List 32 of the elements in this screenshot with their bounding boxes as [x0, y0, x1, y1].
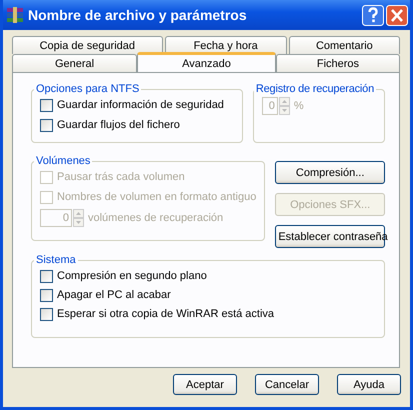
window-title: Nombre de archivo y parámetros [28, 7, 248, 23]
checkbox-label: Apagar el PC al acabar [57, 289, 171, 301]
close-icon[interactable] [386, 4, 408, 26]
unit-label: % [294, 100, 304, 112]
checkbox-label: Nombres de volumen en formato antiguo [57, 191, 256, 203]
checkbox-label: Guardar flujos del fichero [57, 119, 180, 131]
checkbox[interactable] [40, 288, 53, 302]
group-title: Registro de recuperación [254, 83, 375, 95]
dialog-button[interactable]: Aceptar [173, 374, 237, 395]
group-title: Opciones para NTFS [35, 83, 140, 95]
tab[interactable]: Comentario [288, 36, 400, 54]
group-title: Volúmenes [35, 155, 92, 167]
tab[interactable]: Fecha y hora [164, 36, 287, 54]
tab[interactable]: Copia de seguridad [12, 36, 163, 54]
dialog-button[interactable]: Compresión... [275, 161, 385, 184]
dialog-button[interactable]: Cancelar [255, 374, 319, 395]
tab[interactable]: Ficheros [276, 54, 400, 72]
checkbox-label: Compresión en segundo plano [57, 270, 207, 282]
tab[interactable]: General [12, 54, 138, 72]
spinner-label: volúmenes de recuperación [88, 212, 224, 224]
checkbox-label: Esperar si otra copia de WinRAR está activa [57, 308, 274, 320]
checkbox-label: Guardar información de seguridad [57, 99, 224, 111]
checkbox-label: Pausar trás cada volumen [57, 171, 185, 183]
tab[interactable]: Avanzado [137, 52, 276, 72]
dialog-button[interactable]: Ayuda [337, 374, 401, 395]
books-icon [6, 6, 24, 24]
group-title: Sistema [35, 254, 77, 266]
checkbox[interactable] [40, 118, 53, 132]
checkbox[interactable] [40, 98, 53, 112]
checkbox[interactable] [40, 308, 53, 320]
help-icon[interactable] [362, 4, 384, 26]
checkbox[interactable] [40, 270, 53, 282]
